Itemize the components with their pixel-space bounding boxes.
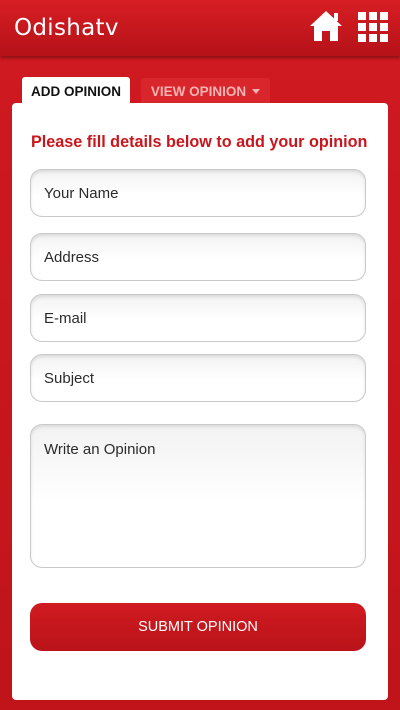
tab-view-opinion[interactable]: VIEW OPINION [141, 78, 270, 104]
opinion-form-card: Please fill details below to add your op… [12, 103, 388, 700]
home-icon [310, 11, 342, 41]
address-input[interactable] [30, 233, 366, 281]
name-input[interactable] [30, 169, 366, 217]
menu-button[interactable] [358, 12, 388, 42]
email-input[interactable] [30, 294, 366, 342]
opinion-textarea[interactable] [30, 424, 366, 568]
grid-menu-icon [358, 12, 388, 42]
caret-down-icon [252, 89, 261, 94]
site-logo[interactable]: Odishatv [14, 15, 119, 41]
submit-opinion-button[interactable]: SUBMIT OPINION [30, 603, 366, 651]
tab-view-opinion-label: VIEW OPINION [150, 83, 247, 99]
app-header: Odishatv [0, 0, 400, 56]
app-screen: Odishatv ADD OPINION VIEW OPINION Please… [0, 0, 400, 710]
form-intro-text: Please fill details below to add your op… [31, 133, 368, 151]
subject-input[interactable] [30, 354, 366, 402]
home-button[interactable] [308, 9, 344, 43]
tab-add-opinion[interactable]: ADD OPINION [22, 77, 130, 105]
tab-add-opinion-label: ADD OPINION [30, 83, 121, 99]
